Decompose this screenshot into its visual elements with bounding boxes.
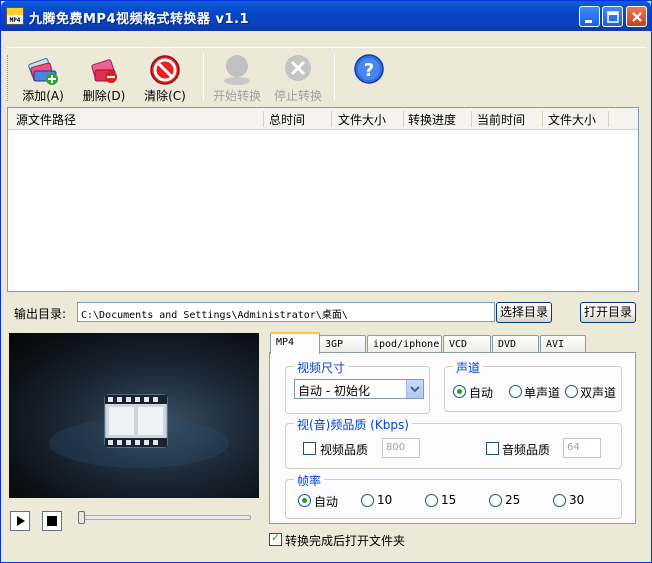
open-after-label: 转换完成后打开文件夹 (285, 534, 406, 548)
column-current-time[interactable]: 当前时间 (473, 111, 543, 127)
file-list-header: 源文件路径 总时间 文件大小 转换进度 当前时间 文件大小 (8, 108, 638, 130)
video-size-select[interactable]: 自动 - 初始化 (294, 379, 424, 399)
toolbar-separator (203, 53, 204, 101)
output-dir-label: 输出目录: (14, 307, 67, 321)
stop-icon (47, 516, 57, 526)
delete-button[interactable]: 删除(D) (75, 51, 133, 105)
delete-file-icon (91, 59, 117, 83)
toolbar: 添加(A) 删除(D) 清除(C) 开始转换 停止转换 ? (7, 51, 647, 105)
tab-panel-mp4: 视频尺寸 自动 - 初始化 声道 自动 单声道 双声道 视(音)频品质 (Kbp… (269, 352, 636, 524)
title-bar[interactable]: MP4 九腾免费MP4视频格式转换器 v1.1 (1, 1, 651, 31)
framerate-auto-radio[interactable] (298, 494, 311, 507)
video-size-value: 自动 - 初始化 (298, 384, 370, 398)
column-file-size[interactable]: 文件大小 (334, 111, 404, 127)
channel-stereo-radio[interactable] (565, 385, 578, 398)
tab-3gp[interactable]: 3GP (319, 335, 366, 353)
playback-slider-thumb[interactable] (78, 511, 85, 524)
help-icon: ? (354, 54, 384, 84)
column-output-size[interactable]: 文件大小 (544, 111, 609, 127)
file-list[interactable]: 源文件路径 总时间 文件大小 转换进度 当前时间 文件大小 (7, 107, 639, 292)
tab-vcd[interactable]: VCD (443, 335, 491, 353)
channel-group: 声道 自动 单声道 双声道 (444, 359, 622, 412)
toolbar-border (7, 47, 647, 48)
toolbar-separator (334, 53, 335, 101)
start-convert-label: 开始转换 (212, 89, 261, 103)
tab-dvd[interactable]: DVD (492, 335, 539, 353)
video-size-title: 视频尺寸 (294, 359, 349, 376)
video-preview (9, 333, 259, 498)
clear-icon (150, 55, 180, 85)
window-title: 九腾免费MP4视频格式转换器 v1.1 (29, 12, 250, 27)
audio-quality-checkbox[interactable] (486, 442, 499, 455)
framerate-30-radio[interactable] (553, 494, 566, 507)
maximize-icon (607, 11, 619, 23)
playback-slider-track[interactable] (79, 515, 251, 520)
framerate-30-label: 30 (569, 493, 585, 507)
framerate-auto-label: 自动 (314, 495, 339, 509)
main-window: MP4 九腾免费MP4视频格式转换器 v1.1 添加(A) 删除(D) 清除(C… (0, 0, 652, 563)
framerate-title: 帧率 (294, 472, 325, 489)
stop-convert-label: 停止转换 (273, 89, 322, 103)
close-button[interactable] (626, 6, 647, 27)
channel-auto-label: 自动 (469, 386, 494, 400)
chevron-down-icon[interactable] (406, 380, 423, 398)
tab-mp4[interactable]: MP4 (270, 332, 320, 354)
app-icon-text: MP4 (9, 17, 21, 24)
audio-quality-label: 音频品质 (502, 443, 551, 457)
audio-quality-input[interactable]: 64 (563, 438, 601, 458)
add-label: 添加(A) (22, 89, 64, 103)
choose-dir-button[interactable]: 选择目录 (496, 302, 552, 323)
quality-group: 视(音)频品质 (Kbps) 视频品质 800 音频品质 64 (285, 416, 622, 469)
framerate-10-label: 10 (377, 493, 393, 507)
video-quality-checkbox[interactable] (303, 442, 316, 455)
framerate-25-radio[interactable] (489, 494, 502, 507)
framerate-25-label: 25 (505, 493, 521, 507)
framerate-10-radio[interactable] (361, 494, 374, 507)
start-convert-icon (224, 55, 250, 85)
channel-title: 声道 (453, 359, 484, 376)
close-icon (632, 12, 642, 22)
play-icon (17, 516, 25, 526)
tab-ipod-iphone[interactable]: ipod/iphone (367, 335, 442, 353)
clear-button[interactable]: 清除(C) (136, 51, 194, 105)
output-dir-field[interactable]: C:\Documents and Settings\Administrator\… (77, 302, 495, 322)
clear-label: 清除(C) (144, 89, 186, 103)
framerate-group: 帧率 自动 10 15 25 30 (285, 472, 622, 519)
video-quality-label: 视频品质 (320, 443, 369, 457)
app-icon: MP4 (6, 7, 24, 25)
add-file-icon (28, 58, 58, 85)
open-dir-button[interactable]: 打开目录 (580, 302, 636, 323)
tab-avi[interactable]: AVI (540, 335, 586, 353)
channel-mono-radio[interactable] (509, 385, 522, 398)
minimize-button[interactable] (579, 6, 600, 27)
channel-auto-radio[interactable] (453, 385, 466, 398)
framerate-15-radio[interactable] (425, 494, 438, 507)
column-progress[interactable]: 转换进度 (404, 111, 472, 127)
channel-stereo-label: 双声道 (580, 386, 617, 400)
add-button[interactable]: 添加(A) (14, 51, 72, 105)
video-size-group: 视频尺寸 自动 - 初始化 (285, 359, 430, 414)
stop-convert-icon (285, 55, 311, 81)
start-convert-button[interactable]: 开始转换 (208, 51, 266, 105)
svg-text:?: ? (364, 60, 374, 81)
film-clapper-icon (49, 394, 229, 468)
play-button[interactable] (10, 511, 30, 531)
stop-button[interactable] (42, 511, 62, 531)
stop-convert-button[interactable]: 停止转换 (269, 51, 327, 105)
minimize-icon (585, 20, 592, 23)
maximize-button[interactable] (602, 6, 623, 27)
delete-label: 删除(D) (82, 89, 126, 103)
column-source-path[interactable]: 源文件路径 (12, 111, 264, 127)
framerate-15-label: 15 (441, 493, 457, 507)
open-after-checkbox[interactable] (269, 531, 282, 546)
channel-mono-label: 单声道 (524, 386, 561, 400)
video-quality-input[interactable]: 800 (382, 438, 420, 458)
help-button[interactable]: ? (340, 51, 398, 105)
quality-title: 视(音)频品质 (Kbps) (294, 416, 412, 433)
column-total-time[interactable]: 总时间 (265, 111, 332, 127)
